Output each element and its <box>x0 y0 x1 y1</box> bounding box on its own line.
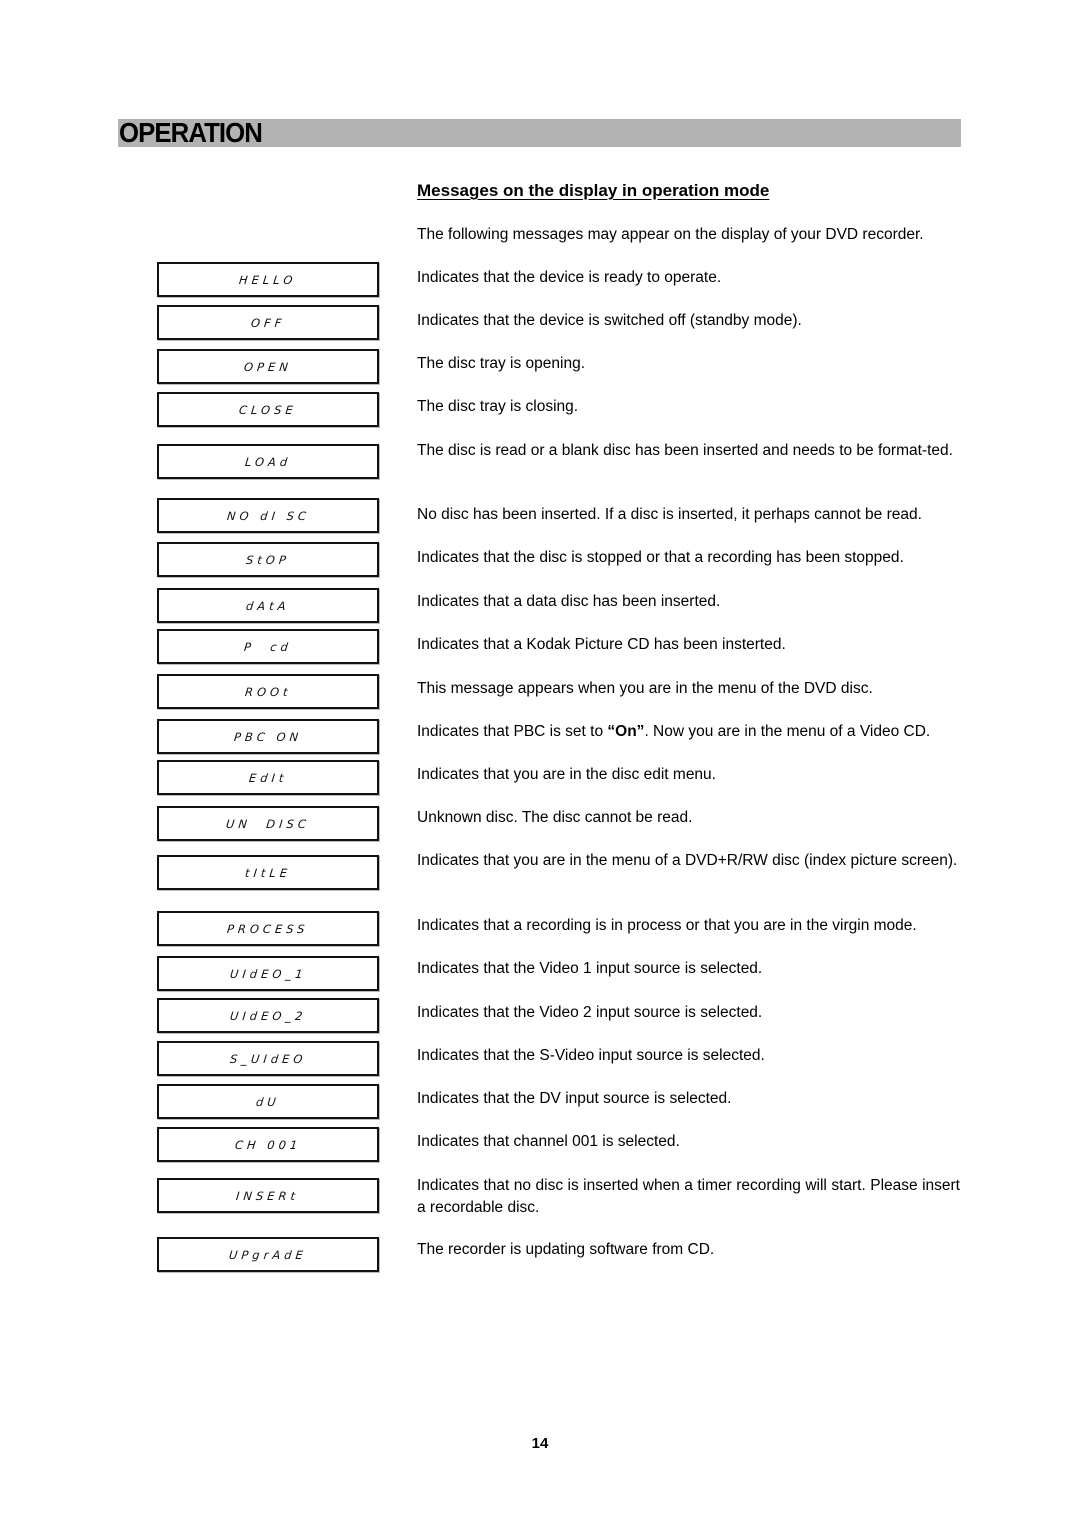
lcd-text: StOP <box>245 552 291 567</box>
lcd-display-ch-001: CH 001 <box>157 1127 379 1162</box>
message-description: The disc tray is opening. <box>417 355 586 372</box>
lcd-display-data: dAtA <box>157 588 379 623</box>
lcd-text: LOAd <box>244 454 292 469</box>
lcd-display-off: OFF <box>157 305 379 340</box>
lcd-text: UIdEO_1 <box>229 966 307 981</box>
lcd-display-video-2: UIdEO_2 <box>157 998 379 1033</box>
lcd-text: CH 001 <box>234 1137 302 1152</box>
message-description: Indicates that the S-Video input source … <box>417 1047 765 1064</box>
message-description: Indicates that the Video 1 input source … <box>417 960 763 977</box>
lcd-text: UN DISC <box>225 816 311 831</box>
intro-text: The following messages may appear on the… <box>417 226 924 243</box>
message-description: Indicates that you are in the menu of a … <box>417 852 958 869</box>
description-bold: “On” <box>607 723 645 740</box>
message-description: Indicates that a data disc has been inse… <box>417 593 721 610</box>
lcd-text: OPEN <box>243 359 293 374</box>
lcd-text: dAtA <box>245 598 291 613</box>
lcd-display-load: LOAd <box>157 444 379 479</box>
lcd-text: HELLO <box>238 272 298 287</box>
message-description: Indicates that PBC is set to “On”. Now y… <box>417 721 960 743</box>
lcd-text: UPgrAdE <box>228 1247 308 1262</box>
lcd-display-title: tItLE <box>157 855 379 890</box>
message-description: The disc tray is closing. <box>417 398 579 415</box>
section-title: OPERATION <box>119 117 263 148</box>
lcd-text: OFF <box>250 315 286 330</box>
lcd-text: dU <box>255 1094 281 1109</box>
lcd-display-un-disc: UN DISC <box>157 806 379 841</box>
message-description: Indicates that the Video 2 input source … <box>417 1004 763 1021</box>
lcd-text: UIdEO_2 <box>229 1008 307 1023</box>
lcd-text: S_UIdEO <box>229 1051 307 1066</box>
message-description: Indicates that the device is switched of… <box>417 312 802 329</box>
message-description: Indicates that a Kodak Picture CD has be… <box>417 636 786 653</box>
lcd-display-no-disc: NO dI SC <box>157 498 379 533</box>
subheading: Messages on the display in operation mod… <box>417 181 770 200</box>
lcd-text: ROOt <box>243 684 293 699</box>
message-description: Indicates that you are in the disc edit … <box>417 766 716 783</box>
lcd-display-p-cd: P cd <box>157 629 379 664</box>
message-description: Indicates that the disc is stopped or th… <box>417 549 904 566</box>
lcd-display-upgrade: UPgrAdE <box>157 1237 379 1272</box>
message-description: Unknown disc. The disc cannot be read. <box>417 809 693 826</box>
lcd-display-open: OPEN <box>157 349 379 384</box>
lcd-display-root: ROOt <box>157 674 379 709</box>
lcd-display-process: PROCESS <box>157 911 379 946</box>
description-post: . Now you are in the menu of a Video CD. <box>644 723 931 740</box>
lcd-text: EdIt <box>248 770 288 785</box>
lcd-text: PBC ON <box>233 729 303 744</box>
lcd-display-video-1: UIdEO_1 <box>157 956 379 991</box>
lcd-text: CLOSE <box>238 402 298 417</box>
lcd-display-dv: dU <box>157 1084 379 1119</box>
lcd-display-edit: EdIt <box>157 760 379 795</box>
message-description: No disc has been inserted. If a disc is … <box>417 506 922 523</box>
lcd-text: INSERt <box>235 1188 301 1203</box>
lcd-display-close: CLOSE <box>157 392 379 427</box>
lcd-display-stop: StOP <box>157 542 379 577</box>
page-number: 14 <box>531 1435 549 1452</box>
message-description: Indicates that no disc is inserted when … <box>417 1177 960 1216</box>
lcd-text: tItLE <box>244 865 292 880</box>
lcd-display-pbc-on: PBC ON <box>157 719 379 754</box>
lcd-display-hello: HELLO <box>157 262 379 297</box>
message-description: The disc is read or a blank disc has bee… <box>417 442 953 459</box>
message-description: Indicates that a recording is in process… <box>417 917 917 934</box>
lcd-text: NO dI SC <box>225 508 311 523</box>
description-pre: Indicates that PBC is set to <box>417 723 608 740</box>
message-description: Indicates that the DV input source is se… <box>417 1090 732 1107</box>
lcd-text: PROCESS <box>226 921 310 936</box>
message-description: Indicates that the device is ready to op… <box>417 269 722 286</box>
message-description: The recorder is updating software from C… <box>417 1241 715 1258</box>
message-description: This message appears when you are in the… <box>417 680 873 697</box>
lcd-display-s-video: S_UIdEO <box>157 1041 379 1076</box>
lcd-display-insert: INSERt <box>157 1178 379 1213</box>
lcd-text: P cd <box>243 639 293 654</box>
message-description: Indicates that channel 001 is selected. <box>417 1133 680 1150</box>
